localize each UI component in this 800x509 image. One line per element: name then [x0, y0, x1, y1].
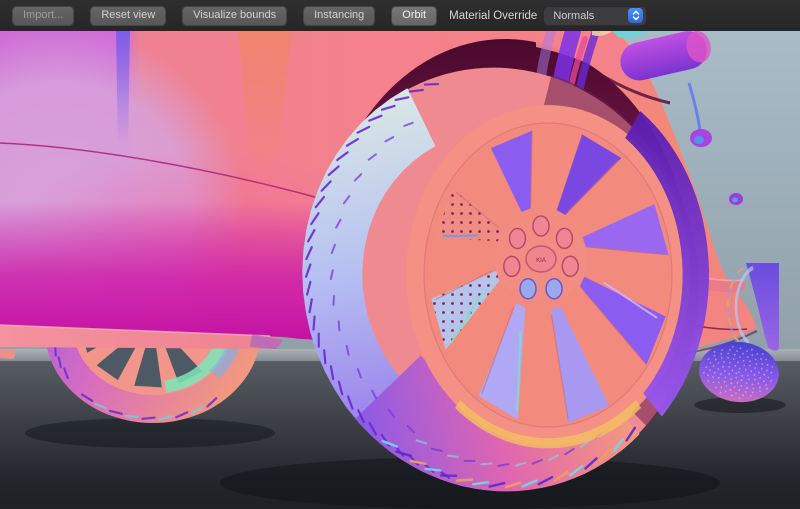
material-override-select[interactable]: Normals — [543, 6, 647, 26]
viewport-canvas[interactable]: KIA — [0, 31, 800, 509]
material-override-label: Material Override — [449, 10, 537, 22]
stepper-icon — [628, 8, 643, 23]
instancing-button[interactable]: Instancing — [303, 6, 375, 26]
front-rim: KIA — [406, 105, 709, 448]
mud-flap — [0, 349, 16, 359]
viewport: KIA — [0, 31, 800, 509]
svg-text:KIA: KIA — [536, 258, 546, 264]
toolbar: Import... Reset view Visualize bounds In… — [0, 0, 800, 31]
model-viewer-window: Import... Reset view Visualize bounds In… — [0, 0, 800, 509]
visualize-bounds-button[interactable]: Visualize bounds — [182, 6, 287, 26]
orbit-button[interactable]: Orbit — [391, 6, 437, 26]
import-button[interactable]: Import... — [12, 6, 74, 26]
lower-magenta-shading — [0, 201, 345, 341]
material-override-value: Normals — [553, 10, 594, 22]
reset-view-button[interactable]: Reset view — [90, 6, 166, 26]
blue-door-streak — [116, 31, 130, 145]
